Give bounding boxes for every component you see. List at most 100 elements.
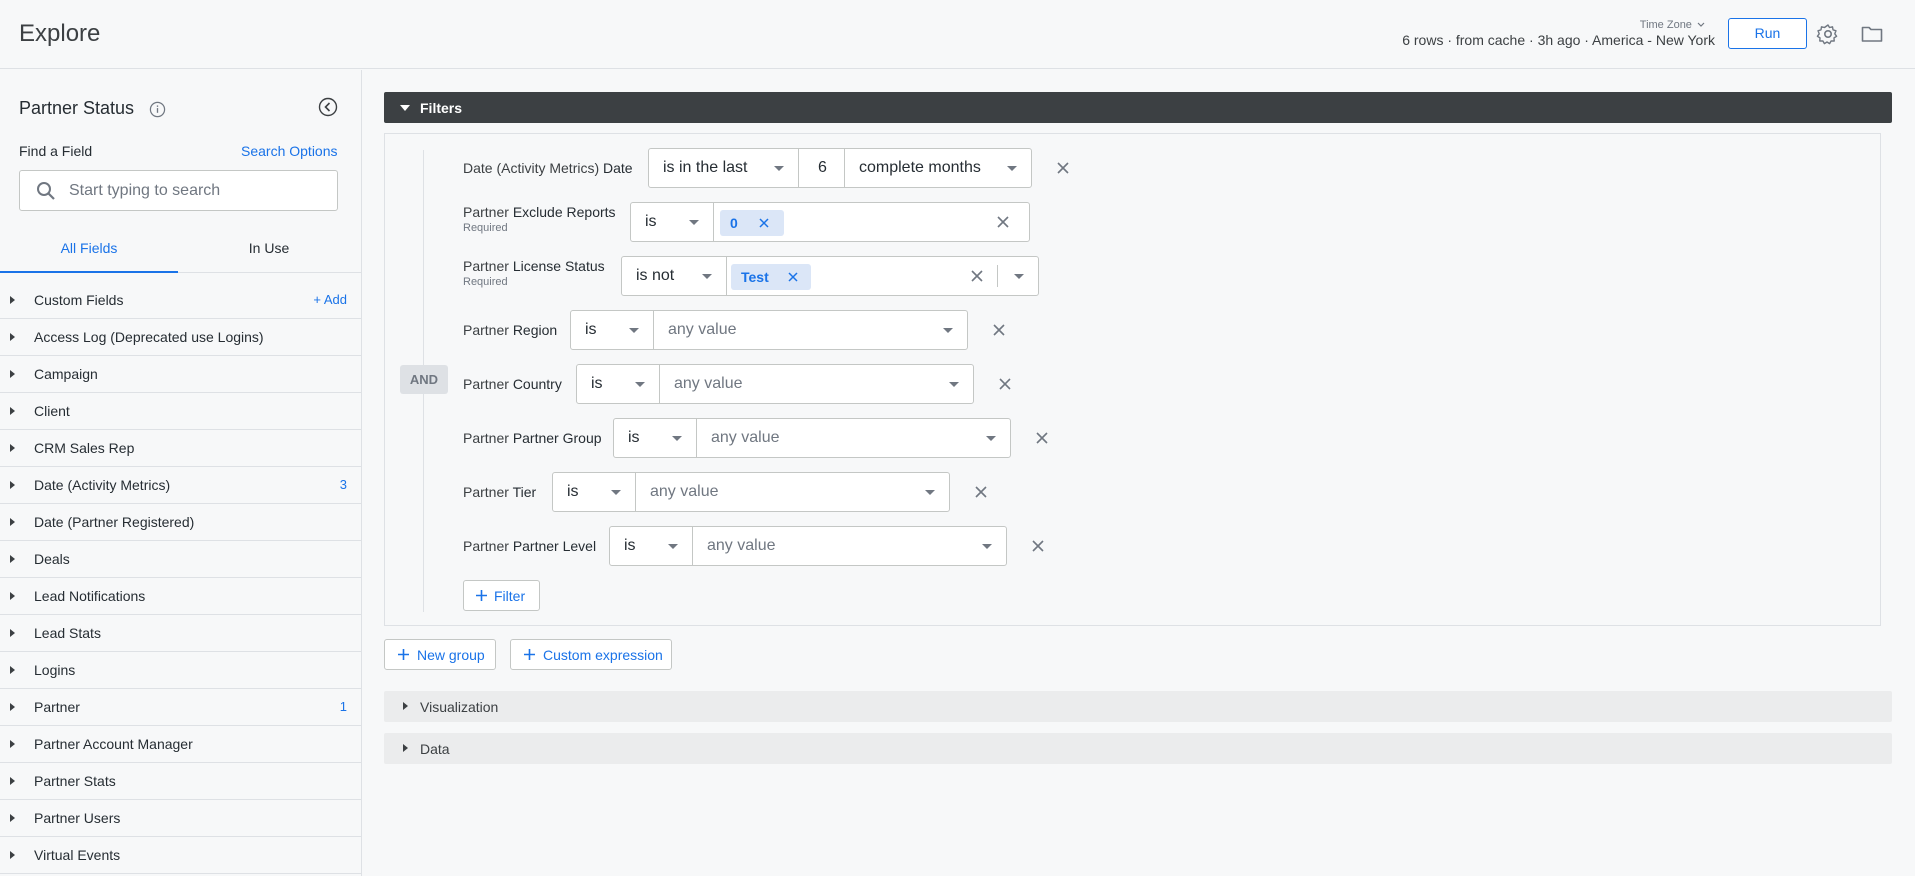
add-custom-field-button[interactable]: + Add — [313, 292, 347, 307]
gear-icon[interactable] — [1816, 22, 1840, 46]
caret-right-icon — [10, 555, 15, 563]
new-group-button[interactable]: New group — [384, 639, 496, 670]
view-item-partner-users[interactable]: Partner Users — [0, 800, 361, 837]
search-options-link[interactable]: Search Options — [241, 143, 338, 159]
caret-right-icon — [10, 518, 15, 526]
filter-view-name: Partner — [463, 538, 509, 554]
field-list: Custom Fields + Add Access Log (Deprecat… — [0, 282, 361, 874]
operator-select[interactable]: is — [576, 364, 660, 404]
filters-section-header[interactable]: Filters — [384, 92, 1892, 123]
number-input[interactable]: 6 — [798, 148, 845, 188]
timezone-selector[interactable]: Time Zone — [1640, 19, 1705, 31]
operator-select[interactable]: is not — [621, 256, 727, 296]
folder-icon[interactable] — [1860, 22, 1884, 46]
value-placeholder: any value — [668, 321, 737, 338]
value-select[interactable]: any value — [635, 472, 950, 512]
value-select[interactable]: any value — [653, 310, 968, 350]
add-filter-button[interactable]: Filter — [463, 580, 540, 611]
collapse-sidebar-icon[interactable] — [318, 97, 338, 117]
view-item-lead-stats[interactable]: Lead Stats — [0, 615, 361, 652]
filter-row-date: Date (Activity Metrics) Date is in the l… — [463, 148, 1163, 188]
data-label: Data — [420, 741, 450, 757]
tab-in-use[interactable]: In Use — [180, 230, 358, 273]
chevron-down-icon — [1697, 22, 1705, 27]
caret-right-icon — [10, 740, 15, 748]
operator-select[interactable]: is in the last — [648, 148, 799, 188]
view-item-partner-account-manager[interactable]: Partner Account Manager — [0, 726, 361, 763]
chevron-down-icon[interactable] — [1014, 274, 1024, 279]
clear-values-icon[interactable] — [996, 215, 1010, 229]
view-label: Partner Account Manager — [34, 736, 193, 752]
view-item-campaign[interactable]: Campaign — [0, 356, 361, 393]
visualization-label: Visualization — [420, 699, 499, 715]
caret-right-icon — [10, 777, 15, 785]
remove-filter-icon[interactable] — [1031, 539, 1045, 553]
view-item-custom-fields[interactable]: Custom Fields + Add — [0, 282, 361, 319]
info-icon[interactable] — [149, 101, 166, 118]
plus-icon: + — [313, 292, 321, 307]
custom-expression-button[interactable]: Custom expression — [510, 639, 672, 670]
remove-filter-icon[interactable] — [998, 377, 1012, 391]
operator-select[interactable]: is — [570, 310, 654, 350]
field-search-input[interactable] — [69, 171, 329, 210]
operator-value: is — [585, 321, 597, 338]
remove-filter-icon[interactable] — [974, 485, 988, 499]
remove-filter-icon[interactable] — [992, 323, 1006, 337]
view-label: Lead Stats — [34, 625, 101, 641]
value-select[interactable]: any value — [659, 364, 974, 404]
view-item-partner[interactable]: Partner 1 — [0, 689, 361, 726]
caret-right-icon — [10, 296, 15, 304]
view-item-date-activity-metrics[interactable]: Date (Activity Metrics) 3 — [0, 467, 361, 504]
required-label: Required — [463, 276, 508, 288]
caret-right-icon — [403, 744, 408, 752]
operator-select[interactable]: is — [552, 472, 636, 512]
filter-field-name: Date — [603, 160, 633, 176]
unit-select[interactable]: complete months — [844, 148, 1032, 188]
value-select[interactable]: any value — [692, 526, 1007, 566]
filter-field-name: Country — [512, 376, 562, 392]
view-item-client[interactable]: Client — [0, 393, 361, 430]
page-title: Explore — [19, 20, 101, 47]
view-item-date-partner-registered[interactable]: Date (Partner Registered) — [0, 504, 361, 541]
view-item-logins[interactable]: Logins — [0, 652, 361, 689]
filter-field-name: Partner Group — [512, 430, 602, 446]
value-tag-input[interactable]: 0 — [713, 202, 1030, 242]
view-label: Lead Notifications — [34, 588, 146, 604]
filter-row-region: Partner Region is any value — [463, 310, 1163, 350]
tab-all-fields[interactable]: All Fields — [0, 230, 178, 273]
run-button[interactable]: Run — [1728, 18, 1807, 49]
and-operator-badge[interactable]: AND — [400, 365, 448, 394]
operator-select[interactable]: is — [609, 526, 693, 566]
operator-value: is not — [636, 267, 675, 284]
data-section-header[interactable]: Data — [384, 733, 1892, 764]
value-tag-input[interactable]: Test — [726, 256, 1039, 296]
value-select[interactable]: any value — [696, 418, 1011, 458]
chevron-down-icon — [925, 490, 935, 495]
caret-right-icon — [10, 592, 15, 600]
chevron-down-icon — [982, 544, 992, 549]
view-item-virtual-events[interactable]: Virtual Events — [0, 837, 361, 874]
chevron-down-icon — [986, 436, 996, 441]
top-bar: Explore Time Zone 6 rows · from cache · … — [0, 0, 1915, 69]
clear-values-icon[interactable] — [970, 269, 984, 283]
close-icon[interactable] — [758, 217, 770, 229]
view-item-access-log[interactable]: Access Log (Deprecated use Logins) — [0, 319, 361, 356]
value-placeholder: any value — [707, 537, 776, 554]
operator-select[interactable]: is — [613, 418, 697, 458]
operator-select[interactable]: is — [630, 202, 714, 242]
in-use-count: 1 — [339, 699, 347, 714]
value-chip: 0 — [720, 210, 784, 236]
close-icon[interactable] — [787, 271, 799, 283]
remove-filter-icon[interactable] — [1035, 431, 1049, 445]
view-item-deals[interactable]: Deals — [0, 541, 361, 578]
view-label: Deals — [34, 551, 70, 567]
remove-filter-icon[interactable] — [1056, 161, 1070, 175]
add-label: Add — [323, 292, 347, 307]
operator-value: is — [645, 213, 657, 230]
view-item-crm-sales-rep[interactable]: CRM Sales Rep — [0, 430, 361, 467]
filter-view-name: Partner — [463, 322, 509, 338]
view-item-lead-notifications[interactable]: Lead Notifications — [0, 578, 361, 615]
view-item-partner-stats[interactable]: Partner Stats — [0, 763, 361, 800]
in-use-count: 3 — [339, 477, 347, 492]
visualization-section-header[interactable]: Visualization — [384, 691, 1892, 722]
